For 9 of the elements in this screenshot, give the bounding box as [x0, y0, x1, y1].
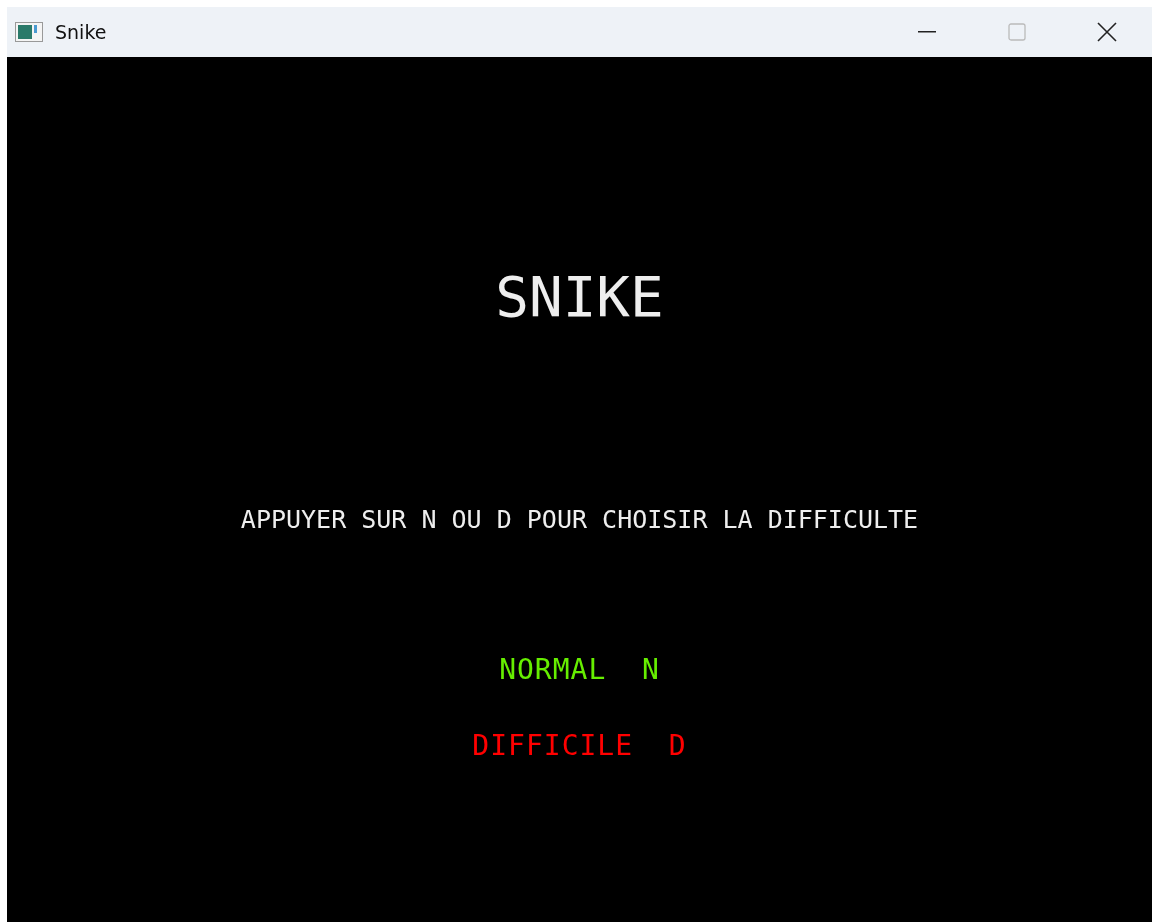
window-title: Snike	[55, 21, 108, 43]
game-title: SNIKE	[495, 267, 664, 327]
app-icon	[15, 22, 43, 42]
difficulty-option: DIFFICILE D	[472, 729, 687, 763]
maximize-icon	[1008, 23, 1026, 41]
close-icon	[1097, 22, 1117, 42]
instruction-text: APPUYER SUR N OU D POUR CHOISIR LA DIFFICULTE	[240, 505, 919, 535]
minimize-icon	[918, 31, 936, 33]
difficulty-option: NORMAL N	[499, 653, 660, 687]
